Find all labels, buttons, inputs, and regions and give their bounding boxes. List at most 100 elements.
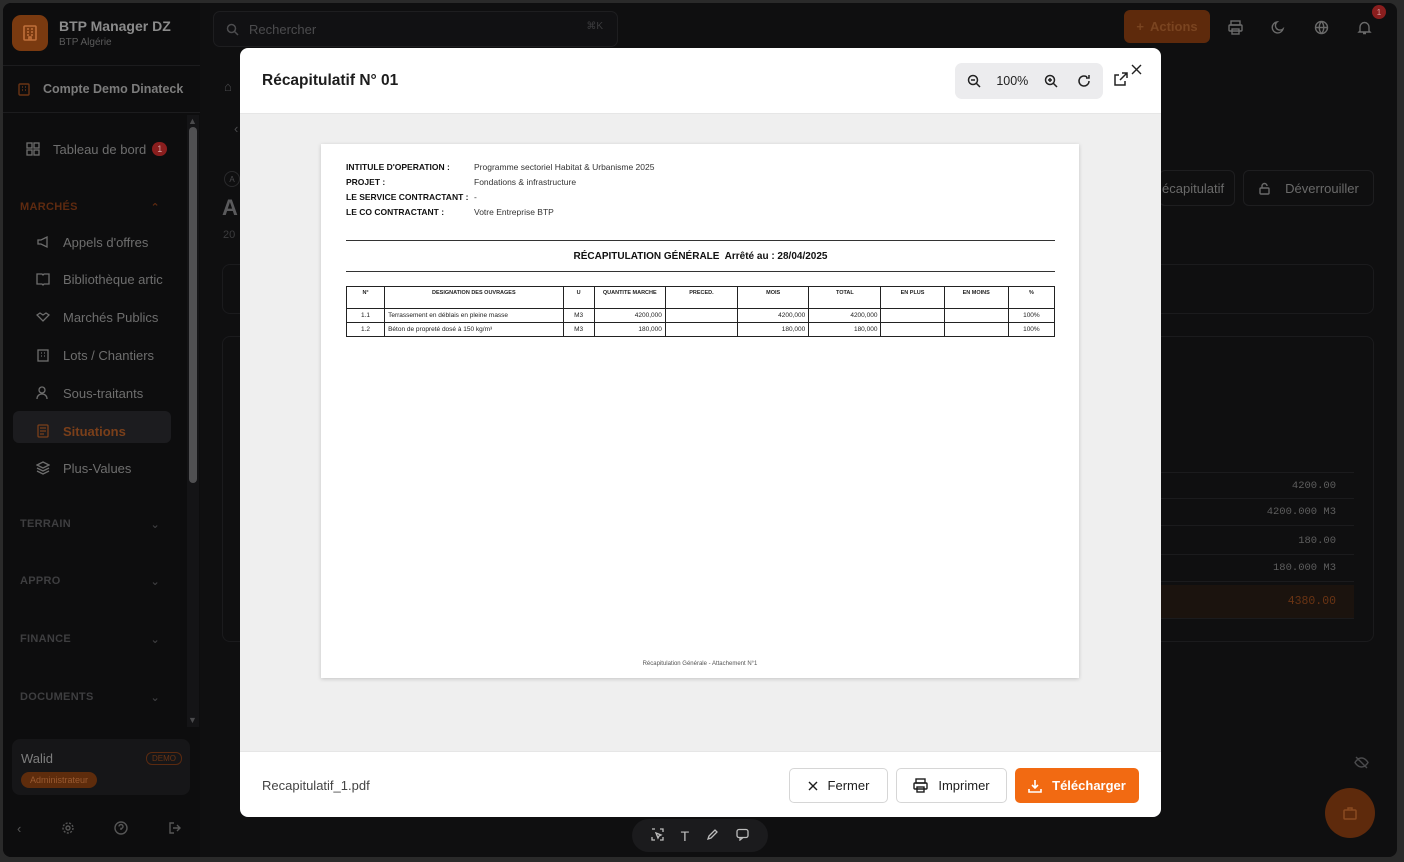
- column-header: U: [562, 286, 595, 309]
- section-appro[interactable]: APPRO ⌄: [20, 575, 160, 588]
- user-name: Walid: [21, 751, 54, 766]
- logout-icon[interactable]: [168, 821, 182, 838]
- sidebar-item-plus-values[interactable]: Plus-Values: [35, 460, 131, 476]
- cell-number: 1.1: [345, 308, 386, 323]
- user-card[interactable]: Walid DEMO Administrateur: [12, 739, 190, 795]
- print-icon[interactable]: [1225, 17, 1245, 37]
- sidebar-item-lots[interactable]: Lots / Chantiers: [35, 347, 154, 363]
- section-label: TERRAIN: [20, 518, 71, 530]
- sidebar-scroll-thumb[interactable]: [189, 127, 197, 483]
- pen-tool-icon[interactable]: [706, 828, 719, 844]
- meta-value: Programme sectoriel Habitat & Urbanisme …: [474, 162, 655, 172]
- sidebar-item-dashboard[interactable]: Tableau de bord 1: [25, 141, 168, 157]
- column-header: PRECED.: [664, 286, 739, 309]
- building-logo-icon: [12, 15, 48, 51]
- sidebar-item-label: Bibliothèque artic: [63, 271, 163, 287]
- cell-preced: [664, 308, 739, 323]
- actions-button[interactable]: + Actions: [1124, 10, 1210, 43]
- unlock-label: Déverrouiller: [1285, 180, 1359, 196]
- help-icon[interactable]: [114, 821, 129, 838]
- meta-key: INTITULE D'OPERATION :: [346, 162, 450, 172]
- bell-icon[interactable]: [1354, 17, 1374, 37]
- sidebar-item-bibliotheque[interactable]: Bibliothèque artic: [35, 271, 163, 287]
- scroll-down-arrow-icon[interactable]: ▼: [188, 715, 197, 725]
- refresh-icon[interactable]: [1073, 70, 1095, 92]
- pdf-viewer[interactable]: INTITULE D'OPERATION : Programme sectori…: [240, 114, 1161, 751]
- section-marches[interactable]: MARCHÉS ⌃: [20, 201, 160, 214]
- comment-tool-icon[interactable]: [736, 828, 750, 844]
- document-title-text: RÉCAPITULATION GÉNÉRALE: [573, 251, 720, 262]
- value-row: 4200.000 M3: [1158, 499, 1354, 526]
- select-tool-icon[interactable]: [650, 827, 664, 844]
- cell-unit: M3: [562, 322, 595, 337]
- total-row: 4380.00: [1158, 585, 1354, 619]
- download-button[interactable]: Télécharger: [1015, 768, 1139, 803]
- sidebar-item-label: Marchés Publics: [63, 309, 159, 325]
- megaphone-icon: [35, 234, 51, 250]
- value-row: 180.000 M3: [1158, 555, 1354, 582]
- handshake-icon: [35, 309, 51, 325]
- section-documents[interactable]: DOCUMENTS ⌄: [20, 691, 160, 704]
- sidebar-footer: ‹: [17, 821, 182, 838]
- section-label: MARCHÉS: [20, 201, 78, 213]
- home-icon[interactable]: ⌂: [224, 79, 232, 94]
- scroll-up-arrow-icon[interactable]: ▲: [188, 116, 197, 126]
- column-header: EN MOINS: [943, 286, 1009, 309]
- zoom-in-icon[interactable]: [1040, 70, 1062, 92]
- building-icon: [18, 83, 30, 96]
- recap-button[interactable]: écapitulatif: [1159, 170, 1235, 206]
- brand-subtitle: BTP Algérie: [59, 37, 112, 48]
- table-row: 1.2 Béton de propreté dosé à 150 kg/m³ M…: [345, 322, 1056, 337]
- section-finance[interactable]: FINANCE ⌄: [20, 633, 160, 646]
- meta-cocontractant: LE CO CONTRACTANT : Votre Entreprise BTP: [346, 207, 554, 217]
- sidebar: BTP Manager DZ BTP Algérie Compte Demo D…: [3, 3, 200, 857]
- section-terrain[interactable]: TERRAIN ⌄: [20, 518, 160, 531]
- eye-off-icon[interactable]: [1354, 755, 1369, 773]
- globe-icon[interactable]: [1311, 17, 1331, 37]
- cell-total: 4200,000: [808, 308, 882, 323]
- close-button[interactable]: Fermer: [789, 768, 888, 803]
- download-label: Télécharger: [1052, 778, 1126, 793]
- floating-action-button[interactable]: [1325, 788, 1375, 838]
- external-link-icon[interactable]: [1114, 72, 1132, 90]
- sidebar-item-sous-traitants[interactable]: Sous-traitants: [35, 385, 143, 401]
- cell-percent: 100%: [1007, 322, 1056, 337]
- actions-label: Actions: [1149, 19, 1198, 34]
- divider: [346, 240, 1055, 241]
- meta-value: Votre Entreprise BTP: [474, 207, 554, 217]
- back-arrow-icon[interactable]: ‹: [234, 121, 238, 136]
- cell-percent: 100%: [1007, 308, 1056, 323]
- sidebar-item-situations[interactable]: Situations: [35, 423, 126, 439]
- search-icon: [226, 23, 239, 36]
- book-icon: [35, 271, 51, 287]
- cell-moins: [943, 322, 1009, 337]
- demo-tag: DEMO: [146, 752, 182, 765]
- brand-name: BTP Manager DZ: [59, 18, 171, 34]
- sidebar-item-label: Tableau de bord: [53, 141, 147, 157]
- sidebar-item-appels[interactable]: Appels d'offres: [35, 234, 148, 250]
- sidebar-item-label: Plus-Values: [63, 460, 132, 476]
- close-icon[interactable]: [1131, 62, 1143, 75]
- modal-footer: Recapitulatif_1.pdf Fermer Imprimer Télé…: [240, 751, 1161, 817]
- table-row: 1.1 Terrassement en déblais en pleine ma…: [345, 308, 1056, 323]
- chevron-down-icon: ⌄: [150, 634, 160, 646]
- print-button[interactable]: Imprimer: [896, 768, 1007, 803]
- pdf-preview-modal: Récapitulatif N° 01 100% INTITULE D'OPER…: [240, 48, 1161, 817]
- meta-key: PROJET :: [346, 177, 386, 187]
- cell-moins: [943, 308, 1009, 323]
- collapse-left-icon[interactable]: ‹: [17, 821, 21, 838]
- brand[interactable]: BTP Manager DZ BTP Algérie: [12, 15, 171, 51]
- sidebar-item-marches-publics[interactable]: Marchés Publics: [35, 309, 158, 325]
- cell-unit: M3: [562, 308, 595, 323]
- text-tool-icon[interactable]: T: [681, 828, 690, 844]
- search-bar[interactable]: Rechercher ⌘K: [213, 11, 618, 47]
- document-title: RÉCAPITULATION GÉNÉRALE Arrêté au : 28/0…: [346, 251, 1055, 262]
- account-switcher[interactable]: Compte Demo Dinateck: [3, 65, 200, 113]
- sidebar-item-label: Sous-traitants: [63, 385, 144, 401]
- moon-icon[interactable]: [1268, 17, 1288, 37]
- zoom-out-icon[interactable]: [963, 70, 985, 92]
- section-label: APPRO: [20, 575, 61, 587]
- gear-icon[interactable]: [61, 821, 75, 838]
- unlock-button[interactable]: Déverrouiller: [1243, 170, 1374, 206]
- cell-mois: 180,000: [737, 322, 810, 337]
